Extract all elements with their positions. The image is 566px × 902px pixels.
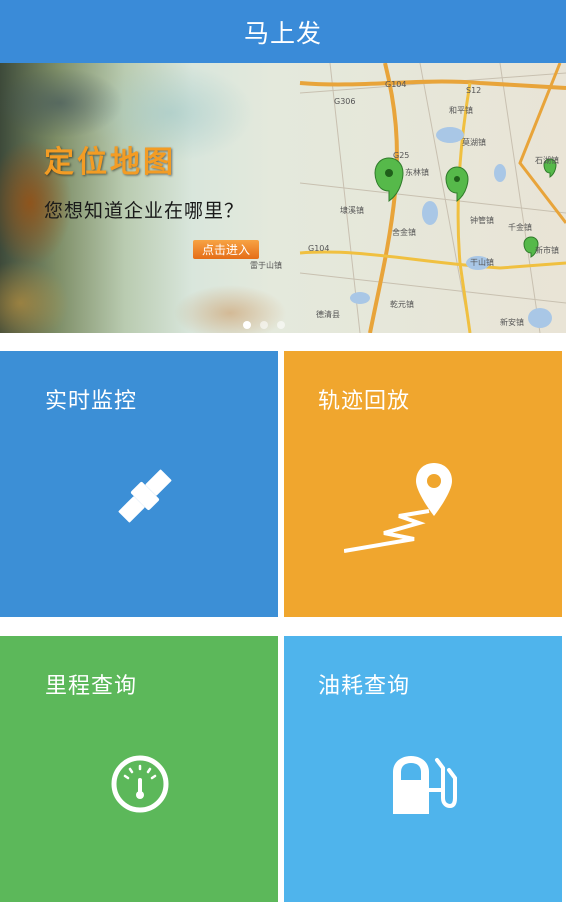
map-label: 德清县 [316,309,340,319]
tile-fuel-query[interactable]: 油耗查询 [284,636,562,902]
map-label: G104 [385,80,406,89]
route-pin-icon [344,463,452,553]
banner-carousel[interactable]: G104 S12 G306 和平镇 G25 莫湖镇 石湖镇 东林镇 千金镇 埭溪… [0,63,566,333]
map-label: 雷于山镇 [250,260,282,270]
map-label: 新安镇 [500,317,524,327]
carousel-dot[interactable] [243,321,251,329]
carousel-dot[interactable] [277,321,285,329]
map-marker-icon [445,166,469,202]
tile-mileage-query[interactable]: 里程查询 [0,636,278,902]
map-label: 干山镇 [470,257,494,267]
fuel-pump-icon [393,756,457,814]
map-label: G104 [308,244,329,253]
app-title: 马上发 [243,18,322,48]
map-label: S12 [466,86,481,95]
map-label: 千金镇 [508,222,532,232]
carousel-indicator [243,321,285,329]
map-label: 乾元镇 [390,299,414,309]
carousel-dot[interactable] [260,321,268,329]
map-label: 和平镇 [449,105,473,115]
tile-label: 实时监控 [45,389,138,414]
tile-label: 里程查询 [45,674,138,699]
map-label: 新市镇 [535,245,559,255]
app-header: 马上发 [0,0,566,63]
map-label: 石湖镇 [535,155,559,165]
map-label: 东林镇 [405,167,429,177]
banner-enter-button[interactable]: 点击进入 [193,240,259,259]
map-label: 舍金镇 [392,227,416,237]
tile-realtime-monitor[interactable]: 实时监控 [0,351,278,617]
map-label: G25 [393,151,409,160]
map-label: G306 [334,97,355,106]
tile-label: 油耗查询 [318,674,411,699]
tile-label: 轨迹回放 [318,389,411,414]
speedometer-icon [111,755,169,813]
banner-subtitle: 您想知道企业在哪里？ [44,200,245,222]
map-label: 钟管镇 [470,215,494,225]
satellite-icon [118,469,172,523]
tile-track-playback[interactable]: 轨迹回放 [284,351,562,617]
banner-title: 定位地图 [44,145,176,180]
map-label: 莫湖镇 [462,137,486,147]
map-label: 埭溪镇 [340,205,364,215]
